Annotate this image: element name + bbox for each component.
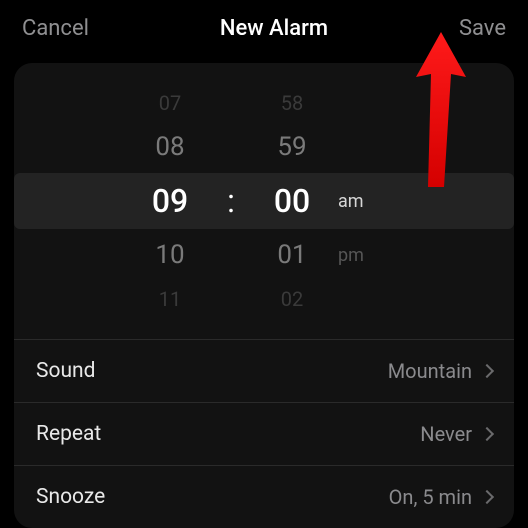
minute-value: 00 xyxy=(272,182,312,220)
setting-label: Sound xyxy=(36,359,95,383)
minute-value: 02 xyxy=(272,287,312,311)
chevron-right-icon xyxy=(480,490,494,504)
picker-row[interactable]: 07 : 58 xyxy=(14,81,514,125)
chevron-right-icon xyxy=(480,364,494,378)
picker-row-selected[interactable]: 09 : 00 am xyxy=(14,173,514,229)
page-title: New Alarm xyxy=(220,16,328,41)
cancel-button[interactable]: Cancel xyxy=(22,16,89,41)
setting-sound[interactable]: Sound Mountain xyxy=(14,340,514,403)
minute-value: 59 xyxy=(272,132,312,162)
ampm-value[interactable]: pm xyxy=(338,245,378,266)
setting-value: Never xyxy=(420,422,492,446)
setting-label: Repeat xyxy=(36,422,101,446)
hour-value: 07 xyxy=(150,91,190,115)
ampm-value[interactable]: am xyxy=(338,191,378,212)
minute-value: 01 xyxy=(272,240,312,270)
minute-value: 58 xyxy=(272,91,312,115)
picker-row[interactable]: 08 : 59 xyxy=(14,125,514,169)
hour-value: 10 xyxy=(150,240,190,270)
setting-repeat[interactable]: Repeat Never xyxy=(14,403,514,466)
colon: : xyxy=(226,182,236,220)
setting-value: Mountain xyxy=(388,359,492,383)
hour-value: 11 xyxy=(150,287,190,311)
setting-value: On, 5 min xyxy=(389,485,492,509)
header: Cancel New Alarm Save xyxy=(0,0,528,57)
setting-label: Snooze xyxy=(36,485,105,509)
picker-row[interactable]: 11 : 02 xyxy=(14,277,514,321)
setting-snooze[interactable]: Snooze On, 5 min xyxy=(14,466,514,528)
time-picker[interactable]: 07 : 58 08 : 59 09 : 00 am 10 : 01 p xyxy=(14,63,514,339)
hour-value: 09 xyxy=(150,182,190,220)
picker-row[interactable]: 10 : 01 pm xyxy=(14,233,514,277)
hour-value: 08 xyxy=(150,132,190,162)
save-button[interactable]: Save xyxy=(459,16,506,41)
alarm-card: 07 : 58 08 : 59 09 : 00 am 10 : 01 p xyxy=(14,63,514,528)
chevron-right-icon xyxy=(480,427,494,441)
